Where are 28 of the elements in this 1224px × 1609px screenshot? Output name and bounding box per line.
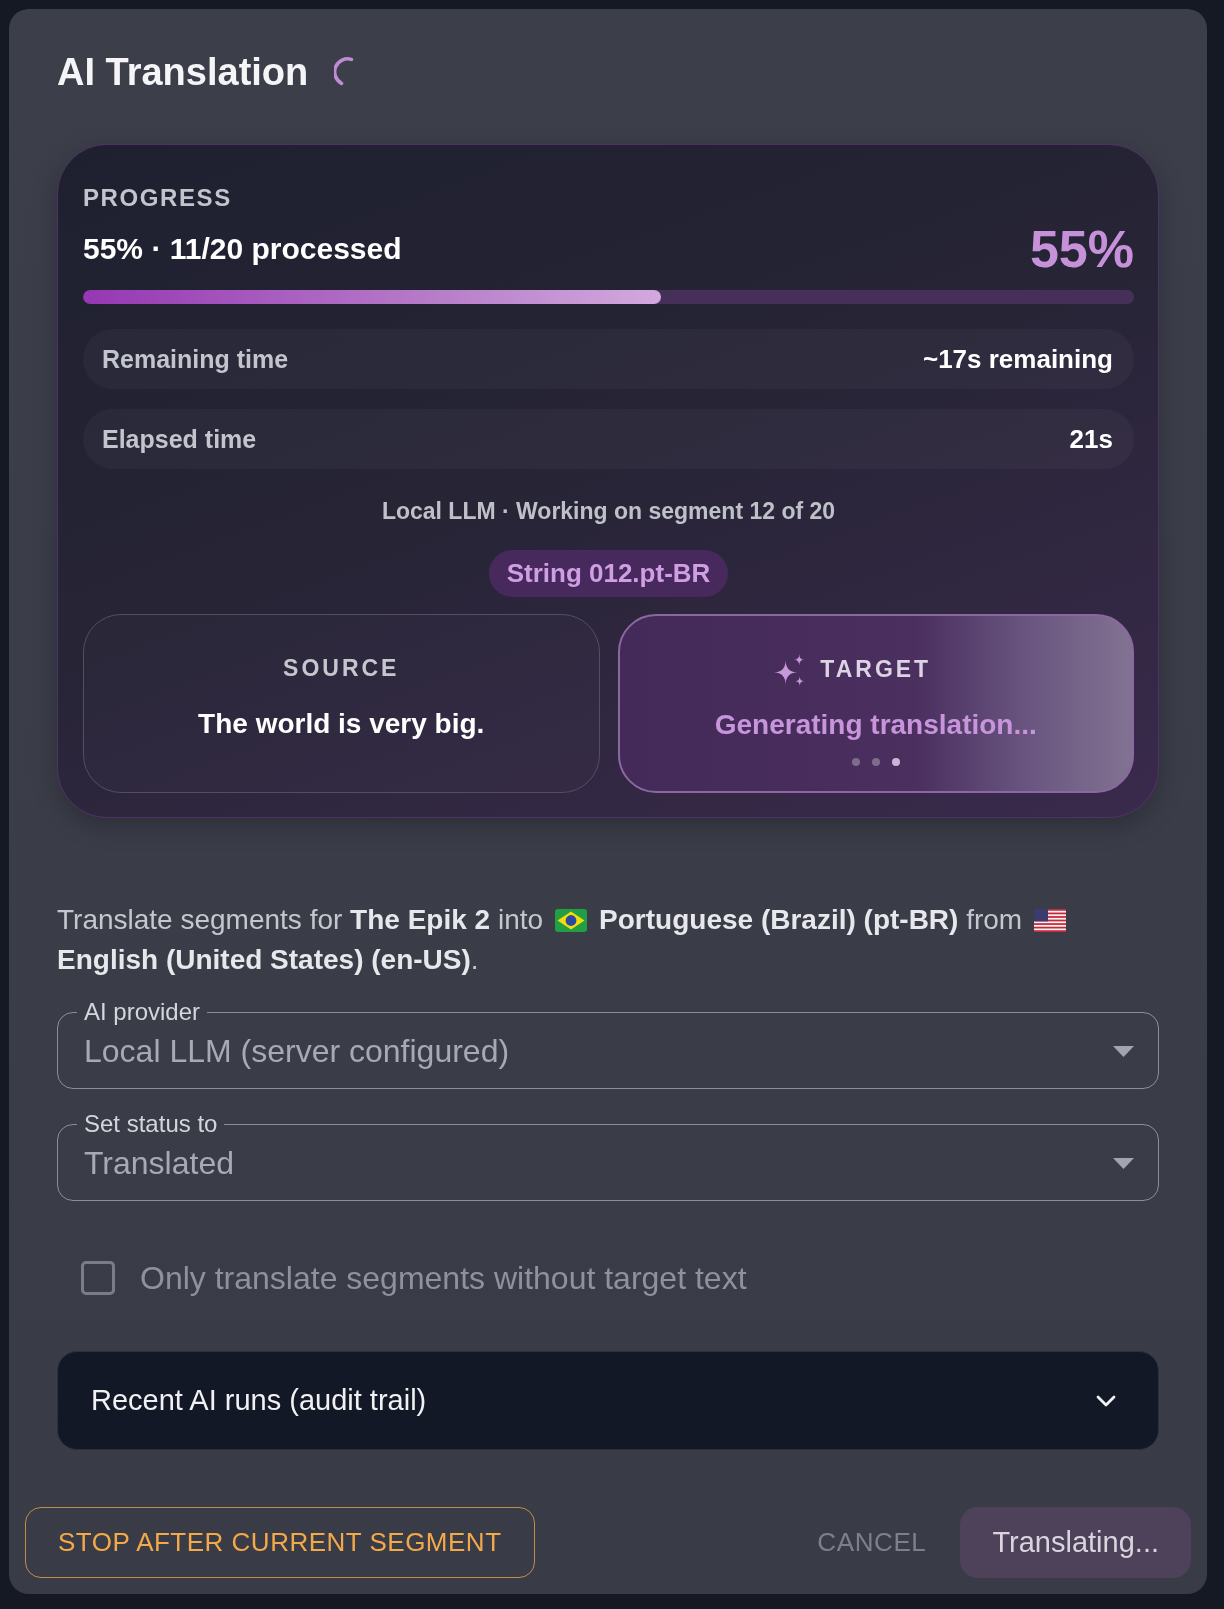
panel-label: SOURCE — [283, 654, 400, 682]
stat-label: Remaining time — [102, 344, 289, 374]
stat-value: 21s — [1069, 423, 1113, 455]
current-segment-label: String 012.pt-BR — [488, 550, 729, 597]
accordion-header[interactable]: Recent AI runs (audit trail) — [57, 1351, 1159, 1450]
loading-spinner-icon — [334, 57, 355, 87]
progress-summary: 55% · 11/20 processed — [83, 232, 402, 266]
section-heading: PROGRESS — [83, 184, 233, 212]
description-text: English (United States) (en-US). — [57, 943, 479, 977]
source-text: The world is very big. — [198, 707, 485, 741]
dialog-title: AI Translation — [57, 50, 309, 95]
description-text: Translate segments for The Epik 2 into — [57, 903, 544, 937]
stop-button[interactable]: STOP AFTER CURRENT SEGMENT — [25, 1507, 535, 1578]
description-text: Portuguese (Brazil) (pt-BR) from — [599, 903, 1023, 937]
chevron-down-icon — [1096, 1394, 1116, 1407]
stat-value: ~17s remaining — [922, 343, 1113, 375]
loading-dot-icon — [851, 758, 860, 766]
caret-icon — [1113, 1045, 1134, 1057]
stat-label: Elapsed time — [102, 424, 257, 454]
us-flag-icon — [1034, 908, 1067, 932]
panel-label: TARGET — [820, 655, 932, 683]
brazil-flag-icon — [555, 908, 588, 932]
status-text: Local LLM · Working on segment 12 of 20 — [380, 497, 837, 526]
caret-icon — [1113, 1157, 1134, 1169]
loading-dot-icon — [871, 758, 880, 766]
loading-dot-icon — [891, 758, 900, 766]
progress-percent: 55% — [1029, 221, 1134, 277]
translation-status-text: Generating translation... — [714, 708, 1037, 742]
